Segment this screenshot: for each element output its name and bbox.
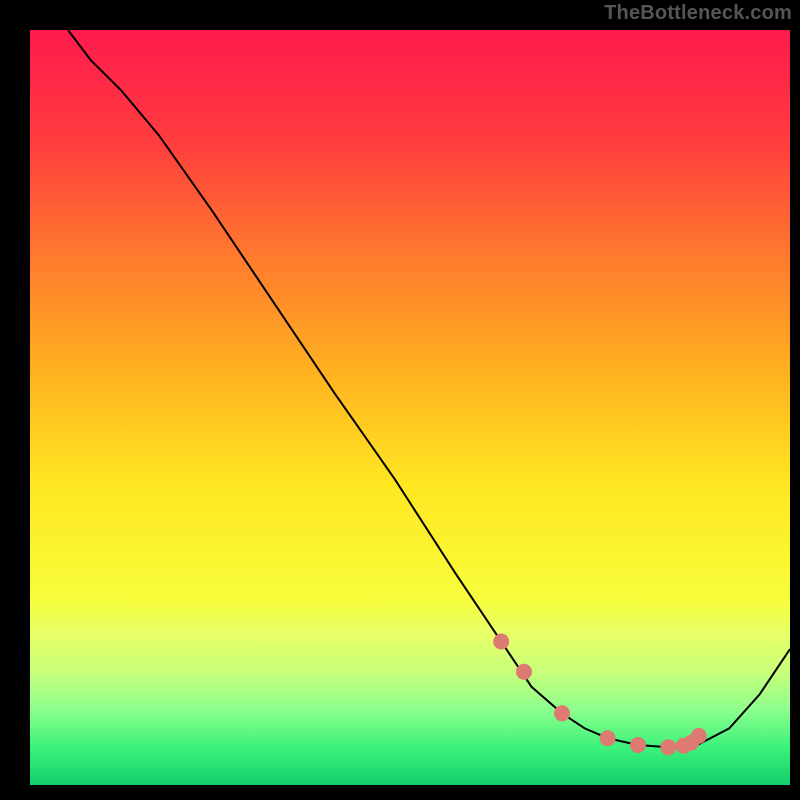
highlight-marker	[516, 664, 532, 680]
chart-stage	[0, 0, 800, 800]
gradient-background	[30, 30, 790, 785]
highlight-marker	[493, 634, 509, 650]
highlight-marker	[630, 737, 646, 753]
highlight-marker	[600, 730, 616, 746]
watermark-text: TheBottleneck.com	[604, 2, 792, 25]
highlight-marker	[691, 728, 707, 744]
highlight-marker	[554, 705, 570, 721]
bottleneck-chart	[0, 0, 800, 800]
highlight-marker	[660, 739, 676, 755]
